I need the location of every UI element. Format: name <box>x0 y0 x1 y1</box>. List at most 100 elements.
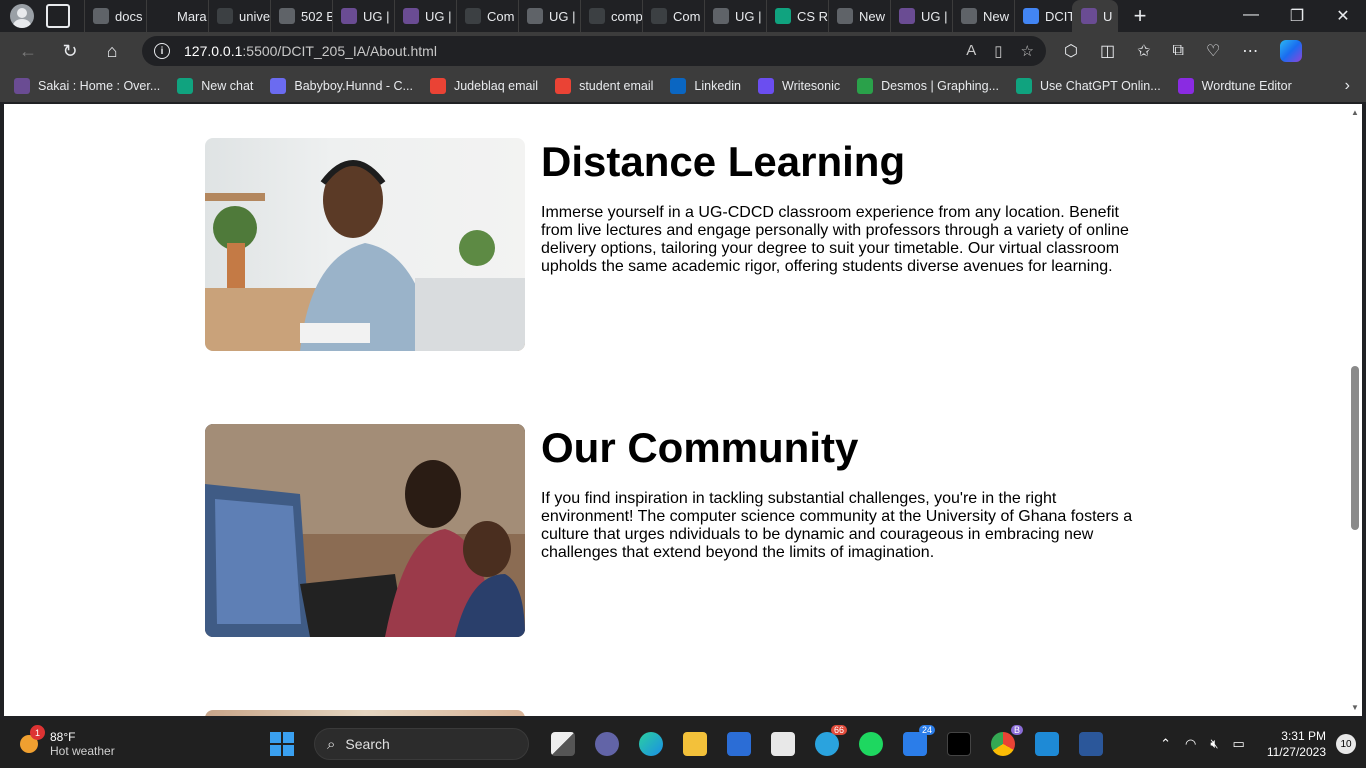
telegram-count: 66 <box>830 725 847 735</box>
split-screen-icon[interactable]: ◫ <box>1100 41 1115 61</box>
netflix-icon[interactable] <box>947 732 971 756</box>
browser-tab[interactable]: UG | <box>394 0 456 32</box>
browser-tab[interactable]: UG | <box>890 0 952 32</box>
browser-tab[interactable]: New <box>828 0 890 32</box>
taskbar-search[interactable]: ⌕ Search <box>314 728 529 760</box>
browser-tab[interactable]: unive <box>208 0 270 32</box>
browser-essentials-icon[interactable]: ♡ <box>1206 41 1220 61</box>
snipping-tool-icon[interactable] <box>771 732 795 756</box>
more-menu-icon[interactable]: ⋯ <box>1242 41 1258 61</box>
bookmark-favicon-icon <box>1177 78 1194 94</box>
immersive-reader-icon[interactable]: ▯ <box>994 42 1002 60</box>
tab-favicon-icon <box>403 8 419 24</box>
page-scrollbar[interactable]: ▲ ▼ <box>1348 104 1362 716</box>
section-our-community: Our Community If you find inspiration in… <box>205 424 1145 637</box>
weather-badge: 1 <box>30 725 45 740</box>
clock[interactable]: 3:31 PM 11/27/2023 <box>1267 728 1326 760</box>
new-tab-button[interactable]: + <box>1128 3 1152 29</box>
weather-widget[interactable]: 1 88°F Hot weather <box>20 725 115 758</box>
browser-tab[interactable]: UG | <box>704 0 766 32</box>
windows-taskbar: 1 88°F Hot weather ⌕ Search 66 24 B ⌃ ◠ … <box>0 720 1366 768</box>
bookmark-item[interactable]: Use ChatGPT Onlin... <box>1016 78 1161 94</box>
browser-tab[interactable]: CS R <box>766 0 828 32</box>
tab-label: UG | <box>549 8 576 24</box>
toolbar: ← ↻ ⌂ i 127.0.0.1 :5500/DCIT_205_IA/Abou… <box>0 32 1366 70</box>
bookmark-item[interactable]: Linkedin <box>670 78 741 94</box>
word-icon[interactable] <box>1079 732 1103 756</box>
mail-icon[interactable]: 24 <box>903 725 935 756</box>
file-explorer-icon[interactable] <box>683 732 707 756</box>
tab-favicon-icon <box>837 8 853 24</box>
search-placeholder: Search <box>345 736 390 752</box>
bookmark-item[interactable]: Wordtune Editor <box>1177 78 1292 94</box>
read-aloud-icon[interactable]: A <box>966 42 976 60</box>
favorites-icon[interactable]: ✩ <box>1137 41 1150 61</box>
tab-label: comp <box>611 8 642 24</box>
extensions-icon[interactable]: ⬡ <box>1064 41 1078 61</box>
bookmarks-overflow-icon[interactable]: › <box>1345 77 1350 95</box>
vscode-icon[interactable] <box>1035 732 1059 756</box>
spotify-icon[interactable] <box>859 732 883 756</box>
wifi-icon[interactable]: ◠ <box>1185 736 1196 752</box>
task-view-icon[interactable] <box>551 732 575 756</box>
tab-bar: docs Mara unive 502 B UG | UG | Com UG | comp Com… <box>0 0 1366 32</box>
browser-tab[interactable]: Com <box>642 0 704 32</box>
bookmark-item[interactable]: Desmos | Graphing... <box>857 78 999 94</box>
bookmark-item[interactable]: Judeblaq email <box>429 78 539 94</box>
browser-tab[interactable]: UG | <box>518 0 580 32</box>
chrome-icon[interactable]: B <box>991 725 1023 756</box>
bookmark-label: Desmos | Graphing... <box>881 79 1000 93</box>
chevron-up-icon[interactable]: ⌃ <box>1160 736 1171 752</box>
browser-tab[interactable]: Com <box>456 0 518 32</box>
section-title: Distance Learning <box>541 138 906 185</box>
browser-tab[interactable]: UG | <box>332 0 394 32</box>
teams-chat-icon[interactable] <box>595 732 619 756</box>
favorite-star-icon[interactable]: ☆ <box>1021 42 1034 60</box>
bookmark-item[interactable]: Writesonic <box>758 78 840 94</box>
bookmark-item[interactable]: New chat <box>177 78 253 94</box>
browser-tab[interactable]: 502 B <box>270 0 332 32</box>
site-info-icon[interactable]: i <box>154 43 170 59</box>
close-window-button[interactable]: ✕ <box>1320 6 1366 26</box>
weather-temp: 88°F <box>50 730 76 744</box>
battery-icon[interactable]: ▭ <box>1233 736 1245 752</box>
browser-tab[interactable]: New <box>952 0 1014 32</box>
tab-label: DCIT <box>1045 8 1072 24</box>
telegram-icon[interactable]: 66 <box>815 725 847 756</box>
maximize-button[interactable]: ❐ <box>1274 6 1320 26</box>
back-button[interactable]: ← <box>14 37 42 65</box>
browser-tab[interactable]: U✕ <box>1072 0 1118 32</box>
address-bar[interactable]: i 127.0.0.1 :5500/DCIT_205_IA/About.html… <box>142 36 1046 66</box>
volume-muted-icon[interactable]: 🔇︎ <box>1210 736 1218 752</box>
browser-tab[interactable]: DCIT <box>1014 0 1072 32</box>
scroll-down-icon[interactable]: ▼ <box>1351 703 1359 712</box>
collections-icon[interactable]: ⧉ <box>1173 42 1184 60</box>
browser-tab[interactable]: Mara <box>146 0 208 32</box>
refresh-button[interactable]: ↻ <box>56 37 84 65</box>
notification-count[interactable]: 10 <box>1336 734 1356 754</box>
url-host: 127.0.0.1 <box>184 43 243 59</box>
tab-label: 502 B <box>301 8 332 24</box>
start-button[interactable] <box>270 732 294 756</box>
copilot-icon[interactable] <box>1280 40 1303 62</box>
scroll-up-icon[interactable]: ▲ <box>1351 108 1359 117</box>
scroll-thumb[interactable] <box>1351 366 1359 530</box>
edge-icon[interactable] <box>639 732 663 756</box>
microsoft-store-icon[interactable] <box>727 732 751 756</box>
bookmark-item[interactable]: Babyboy.Hunnd - C... <box>270 78 413 94</box>
github-icon <box>155 8 171 24</box>
browser-tab[interactable]: comp <box>580 0 642 32</box>
next-section-photo <box>205 710 525 716</box>
profile-avatar[interactable] <box>10 4 34 28</box>
tab-actions-icon[interactable] <box>46 4 70 28</box>
home-button[interactable]: ⌂ <box>98 37 126 65</box>
minimize-button[interactable]: — <box>1228 6 1274 26</box>
bookmark-label: Judeblaq email <box>453 79 539 93</box>
search-icon: ⌕ <box>327 735 336 753</box>
browser-tab[interactable]: docs <box>84 0 146 32</box>
bookmark-label: Wordtune Editor <box>1201 79 1292 93</box>
tab-favicon-icon <box>527 8 543 24</box>
tab-favicon-icon <box>713 8 729 24</box>
bookmark-item[interactable]: Sakai : Home : Over... <box>14 78 160 94</box>
bookmark-item[interactable]: student email <box>555 78 653 94</box>
